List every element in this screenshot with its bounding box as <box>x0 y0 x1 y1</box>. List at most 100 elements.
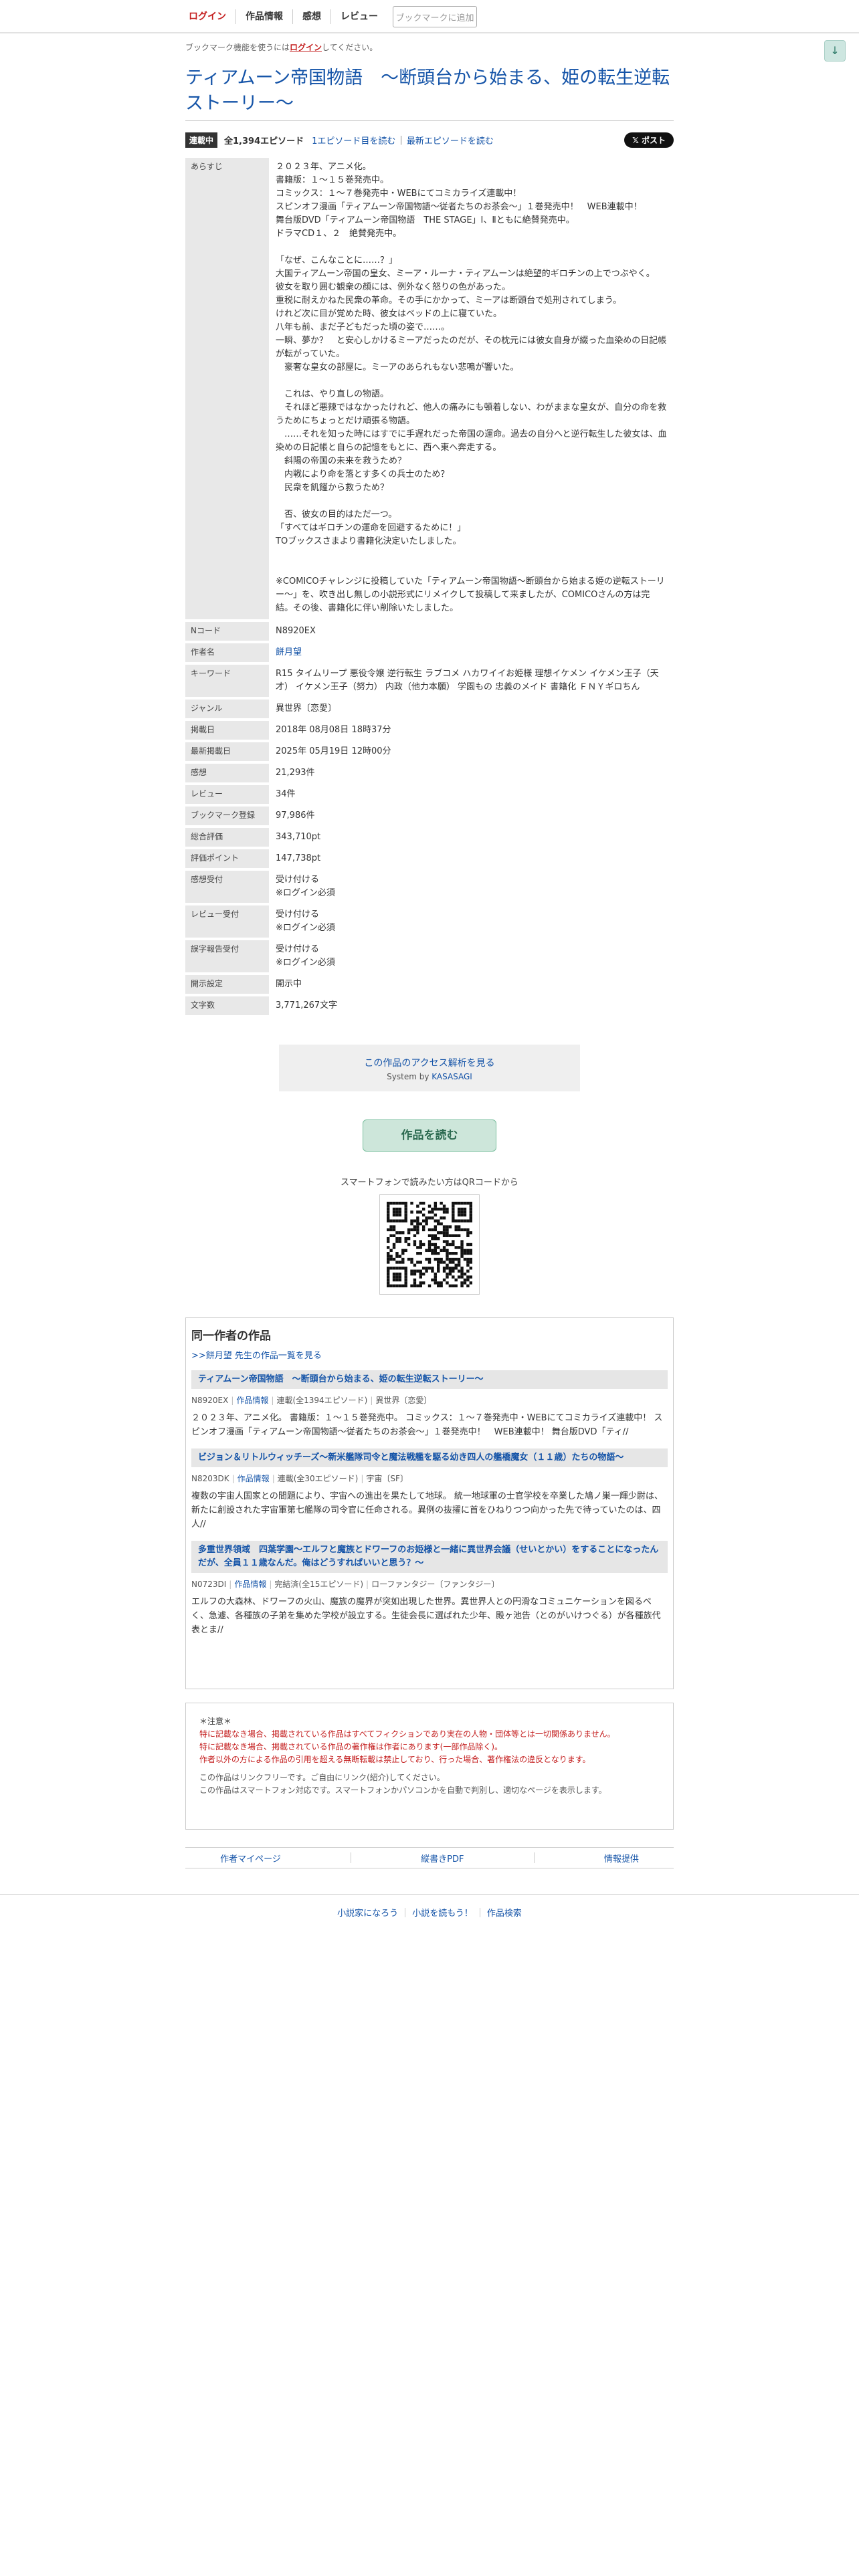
work-title-link[interactable]: 多重世界領域 四葉学園～エルフと魔族とドワーフのお姫様と一緒に異世界会議（せいと… <box>191 1541 668 1573</box>
qr-code <box>379 1194 480 1295</box>
footer-links: 作者マイページ 縦書きPDF 情報提供 <box>185 1847 674 1868</box>
report-info-link[interactable]: 情報提供 <box>604 1852 639 1864</box>
info-value: 97,986件 <box>269 805 674 828</box>
info-row: 文字数 3,771,267文字 <box>185 995 674 1018</box>
work-info-link[interactable]: 作品情報 <box>237 1474 270 1483</box>
same-author-heading: 同一作者の作品 <box>191 1329 271 1343</box>
divider: | <box>366 1580 369 1589</box>
info-label: ジャンル <box>185 698 269 721</box>
site-link-search[interactable]: 作品検索 <box>480 1906 529 1919</box>
site-link-yomou[interactable]: 小説を読もう！ <box>405 1906 480 1919</box>
work-info-link[interactable]: 作品情報 <box>234 1580 266 1589</box>
works-list: ティアムーン帝国物語 ～断頭台から始まる、姫の転生逆転ストーリー～ N8920EX… <box>191 1370 668 1637</box>
info-label: 開示設定 <box>185 974 269 996</box>
work-title-link[interactable]: ビジョン＆リトルウィッチーズ～新米艦隊司令と魔法戦艦を駆る幼き四人の艦橋魔女（１… <box>191 1448 668 1467</box>
vertical-pdf-link[interactable]: 縦書きPDF <box>421 1852 464 1864</box>
qr-label: スマートフォンで読みたい方はQRコードから <box>341 1178 518 1188</box>
author-mypage-link[interactable]: 作者マイページ <box>220 1852 281 1864</box>
info-value: 餅月望 <box>269 642 674 665</box>
info-label: 掲載日 <box>185 720 269 742</box>
kasasagi-link[interactable]: KASASAGI <box>432 1072 472 1081</box>
same-author-section: 同一作者の作品 >>餅月望 先生の作品一覧を見る ティアムーン帝国物語 ～断頭台… <box>185 1317 674 1689</box>
work-meta: N8920EX | 作品情報 | 連載(全1394エピソード) | 異世界〔恋愛〕 <box>191 1394 668 1406</box>
work-status: 完結済(全15エピソード) <box>274 1580 364 1589</box>
work-description: ２０２３年、アニメ化。 書籍版：１～１５巻発売中。 コミックス：１～７巻発売中・… <box>191 1413 663 1437</box>
info-row: 総合評価 343,710pt <box>185 827 674 849</box>
info-row: 開示設定 開示中 <box>185 974 674 996</box>
nav-impressions[interactable]: 感想 <box>293 9 331 24</box>
work-description: 複数の宇宙人国家との間題により、宇宙への進出を果たして地球。 統一地球軍の士官学… <box>191 1491 663 1529</box>
info-row: 掲載日 2018年 08月08日 18時37分 <box>185 720 674 742</box>
info-label: キーワード <box>185 663 269 700</box>
status-badge: 連載中 <box>185 132 218 148</box>
divider: | <box>269 1580 272 1589</box>
site-link-narou[interactable]: 小説家になろう <box>330 1906 405 1919</box>
author-works-link[interactable]: >>餅月望 先生の作品一覧を見る <box>191 1348 668 1361</box>
bookmark-note-suffix: してください。 <box>322 43 378 52</box>
access-analysis-link[interactable]: この作品のアクセス解析を見る <box>364 1058 494 1069</box>
read-work-button[interactable]: 作品を読む <box>363 1119 496 1152</box>
info-label: 最新掲載日 <box>185 741 269 764</box>
work-genre: ローファンタジー〔ファンタジー〕 <box>371 1580 500 1589</box>
info-row: ジャンル 異世界〔恋愛〕 <box>185 698 674 721</box>
info-value: 147,738pt <box>269 848 674 871</box>
info-value: 34件 <box>269 784 674 807</box>
work-ncode: N8203DK <box>191 1474 229 1483</box>
latest-episode-link[interactable]: 最新エピソードを読む <box>407 134 494 146</box>
info-label: 評価ポイント <box>185 848 269 871</box>
author-link[interactable]: 餅月望 <box>276 647 302 657</box>
nav-work-info[interactable]: 作品情報 <box>236 9 293 24</box>
info-label: Nコード <box>185 621 269 643</box>
work-genre: 異世界〔恋愛〕 <box>375 1396 432 1405</box>
info-label: レビュー受付 <box>185 904 269 940</box>
info-row: 感想 21,293件 <box>185 762 674 785</box>
info-row: 最新掲載日 2025年 05月19日 12時00分 <box>185 741 674 764</box>
work-ncode: N8920EX <box>191 1396 229 1405</box>
info-label: 総合評価 <box>185 827 269 849</box>
info-value: R15 タイムリープ 悪役令嬢 逆行転生 ラブコメ ハカワイイお姫様 理想イケメ… <box>269 663 674 700</box>
first-episode-link[interactable]: 1エピソード目を読む <box>312 134 395 146</box>
notice-gray-line: この作品はリンクフリーです。ご自由にリンク(紹介)してください。 <box>199 1773 445 1782</box>
info-label: 誤字報告受付 <box>185 939 269 975</box>
add-bookmark-button[interactable]: ブックマークに追加 <box>393 6 477 27</box>
info-value: 受け付ける ※ログイン必須 <box>269 939 674 975</box>
divider: | <box>231 1474 235 1483</box>
info-label: ブックマーク登録 <box>185 805 269 828</box>
bookmark-note: ブックマーク機能を使うにはログインしてください。 <box>185 41 377 53</box>
x-post-button[interactable]: 𝕏 ポスト <box>624 132 674 148</box>
site-links: 小説家になろう 小説を読もう！ 作品検索 <box>0 1906 859 1919</box>
work-description: エルフの大森林、ドワーフの火山、魔族の魔界が突如出現した世界。異世界人との円滑な… <box>191 1597 661 1635</box>
info-row: Nコード N8920EX <box>185 621 674 643</box>
scroll-down-button[interactable]: ↓ <box>824 40 846 62</box>
info-value: 受け付ける ※ログイン必須 <box>269 904 674 940</box>
info-row: 感想受付 受け付ける ※ログイン必須 <box>185 869 674 905</box>
nav-reviews[interactable]: レビュー <box>331 9 387 24</box>
bottom-divider <box>0 1894 859 1895</box>
info-row: 評価ポイント 147,738pt <box>185 848 674 871</box>
divider: | <box>231 1396 234 1405</box>
info-label: 感想受付 <box>185 869 269 905</box>
info-row: レビュー 34件 <box>185 784 674 807</box>
bookmark-note-prefix: ブックマーク機能を使うには <box>185 43 290 52</box>
divider: | <box>361 1474 364 1483</box>
work-title-link[interactable]: ティアムーン帝国物語 ～断頭台から始まる、姫の転生逆転ストーリー～ <box>191 1370 668 1389</box>
nav-login[interactable]: ログイン <box>185 9 236 24</box>
divider: | <box>370 1396 373 1405</box>
info-value: 3,771,267文字 <box>269 995 674 1018</box>
info-row: ブックマーク登録 97,986件 <box>185 805 674 828</box>
work-info-link[interactable]: 作品情報 <box>236 1396 268 1405</box>
work-status: 連載(全30エピソード) <box>277 1474 359 1483</box>
notice-red-line: 特に記載なき場合、掲載されている作品はすべてフィクションであり実在の人物・団体等… <box>199 1729 615 1739</box>
info-value: N8920EX <box>269 621 674 643</box>
work-meta: N8203DK | 作品情報 | 連載(全30エピソード) | 宇宙〔SF〕 <box>191 1473 668 1484</box>
bookmark-login-link[interactable]: ログイン <box>290 43 322 52</box>
work-genre: 宇宙〔SF〕 <box>366 1474 408 1483</box>
work-status: 連載(全1394エピソード) <box>276 1396 368 1405</box>
info-row: 作者名 餅月望 <box>185 642 674 665</box>
title-divider <box>185 120 674 121</box>
info-row: レビュー受付 受け付ける ※ログイン必須 <box>185 904 674 940</box>
info-row-synopsis: あらすじ ２０２３年、アニメ化。 書籍版：１～１５巻発売中。 コミックス：１～７… <box>185 158 674 622</box>
work-item: ティアムーン帝国物語 ～断頭台から始まる、姫の転生逆転ストーリー～ N8920EX… <box>191 1370 668 1439</box>
top-nav: ログイン 作品情報 感想 レビュー ブックマークに追加 <box>0 0 859 33</box>
info-label: 文字数 <box>185 995 269 1018</box>
